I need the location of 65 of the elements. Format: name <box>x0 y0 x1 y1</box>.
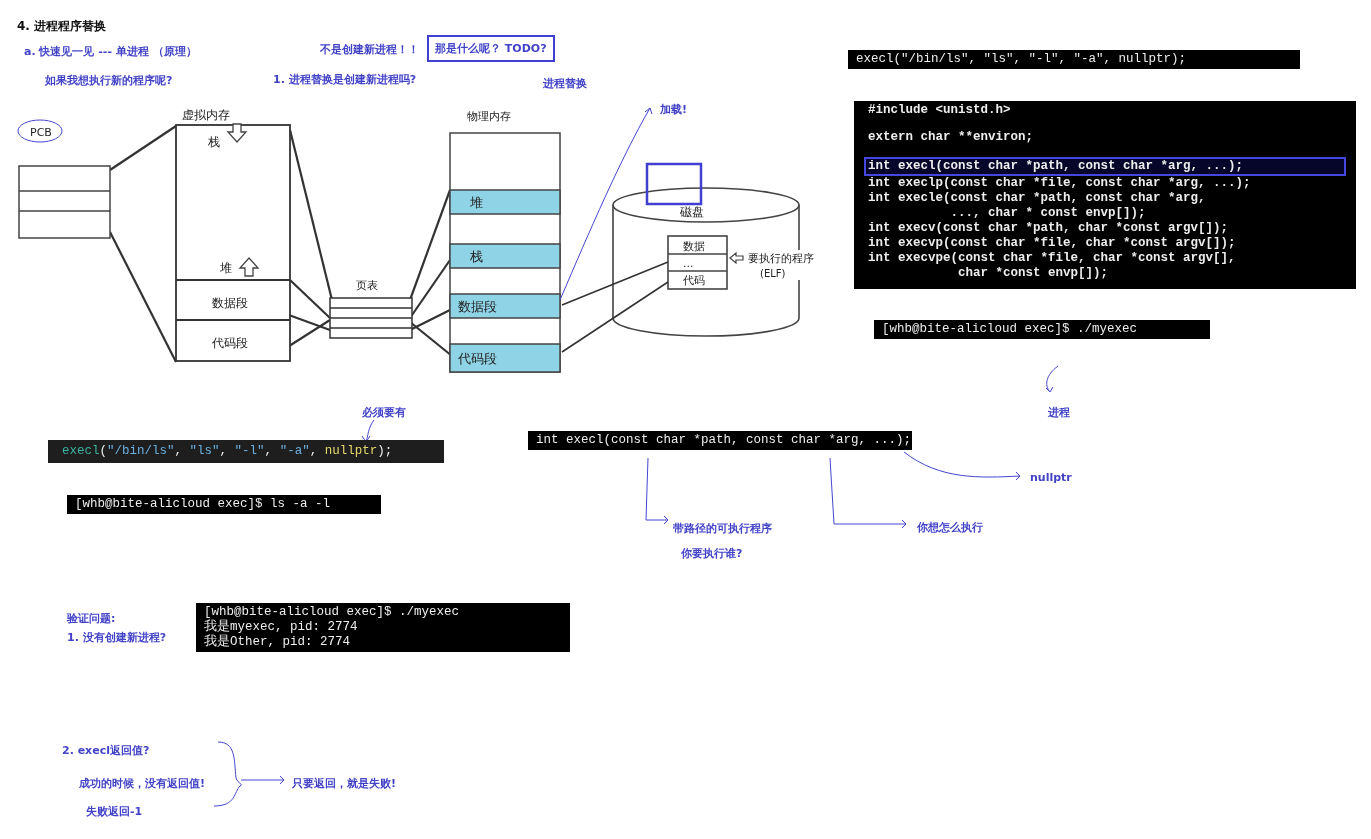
brace-drawing <box>213 741 242 807</box>
memory-region-label: 数据段 <box>212 296 248 310</box>
up-arrow-icon <box>238 257 260 277</box>
annotation-note: 1. 进程替换是创建新进程吗? <box>273 72 417 87</box>
ink-arrow <box>361 419 375 443</box>
disk-block-label: ... <box>683 257 694 270</box>
annotation-note: 进程 <box>1048 405 1070 420</box>
boxed-note: 那是什么呢？ TODO? <box>427 35 555 62</box>
ink-arrow <box>645 457 669 525</box>
pcb-label: PCB <box>30 126 52 139</box>
ink-arrow <box>1045 365 1059 393</box>
code-line: execl("/bin/ls", "ls", "-l", "-a", nullptr); <box>62 444 394 459</box>
down-arrow-icon <box>226 123 248 143</box>
format-label: (ELF) <box>760 268 786 279</box>
code-line: 我是Other, pid: 2774 <box>204 635 352 650</box>
page-heading: 4. 进程程序替换 <box>17 18 107 35</box>
memory-region-label: 代码段 <box>212 336 248 350</box>
disk-block-label: 数据 <box>683 240 705 253</box>
code-line: int execle(const char *path, const char *arg, <box>867 191 1207 206</box>
annotation-note: a. 快速见一见 --- 单进程 （原理） <box>24 44 197 59</box>
code-line: ..., char * const envp[]); <box>949 206 1147 221</box>
disk-block-label: 代码 <box>683 274 705 287</box>
annotation-note: 验证问题: <box>67 611 116 626</box>
annotation-note: nullptr <box>1030 471 1072 484</box>
annotation-note: 1. 没有创建新进程? <box>67 630 167 645</box>
annotation-note: 失败返回-1 <box>86 804 143 819</box>
code-line: execl("/bin/ls", "ls", "-l", "-a", nullptr); <box>856 52 1188 67</box>
annotation-note: 如果我想执行新的程序呢? <box>45 73 173 88</box>
code-line: int execlp(const char *file, const char *arg, ...); <box>867 176 1252 191</box>
program-label: 要执行的程序 <box>748 252 814 264</box>
memory-region-label: 栈 <box>208 135 220 149</box>
annotation-note: 你要执行谁? <box>681 546 743 561</box>
annotation-note: 只要返回，就是失败! <box>292 776 397 791</box>
code-line: int execvpe(const char *file, char *const argv[], <box>867 251 1237 266</box>
code-line: #include <unistd.h> <box>867 103 1012 118</box>
annotation-note: 加载! <box>660 102 688 117</box>
memory-region-label: 代码段 <box>458 351 497 366</box>
highlight-frame <box>645 162 703 206</box>
connector-line <box>109 125 177 171</box>
annotation-note: 2. execl返回值? <box>62 743 150 758</box>
annotation-note: 带路径的可执行程序 <box>673 521 772 536</box>
memory-region-label: 堆 <box>220 261 232 275</box>
memory-region-label: 堆 <box>470 195 483 210</box>
page-table-label: 页表 <box>356 279 378 292</box>
memory-region-label: 栈 <box>470 249 483 264</box>
code-line: [whb@bite-alicloud exec]$ ls -a -l <box>75 497 332 512</box>
code-line: extern char **environ; <box>867 130 1035 145</box>
memory-title: 虚拟内存 <box>182 108 230 122</box>
code-line: int execvp(const char *file, char *const argv[]); <box>867 236 1237 251</box>
ink-circle <box>17 119 63 143</box>
memory-title: 物理内存 <box>467 110 511 123</box>
annotation-note: 不是创建新进程！！ <box>320 42 419 57</box>
code-line: [whb@bite-alicloud exec]$ ./myexec <box>204 605 461 619</box>
annotation-note: 成功的时候，没有返回值! <box>79 776 206 791</box>
memory-region-label: 数据段 <box>458 299 497 314</box>
annotation-note: 你想怎么执行 <box>917 520 983 535</box>
code-line: int execv(const char *path, char *const argv[]); <box>867 221 1230 236</box>
code-line: [whb@bite-alicloud exec]$ ./myexec <box>882 322 1139 337</box>
code-line: char *const envp[]); <box>957 266 1110 281</box>
annotation-note: 必须要有 <box>362 405 406 420</box>
ink-arrow <box>240 775 285 785</box>
code-line: 我是myexec, pid: 2774 <box>204 620 359 634</box>
annotation-note: 进程替换 <box>543 76 587 91</box>
left-arrow-icon <box>729 251 744 265</box>
disk-label: 磁盘 <box>680 205 704 219</box>
